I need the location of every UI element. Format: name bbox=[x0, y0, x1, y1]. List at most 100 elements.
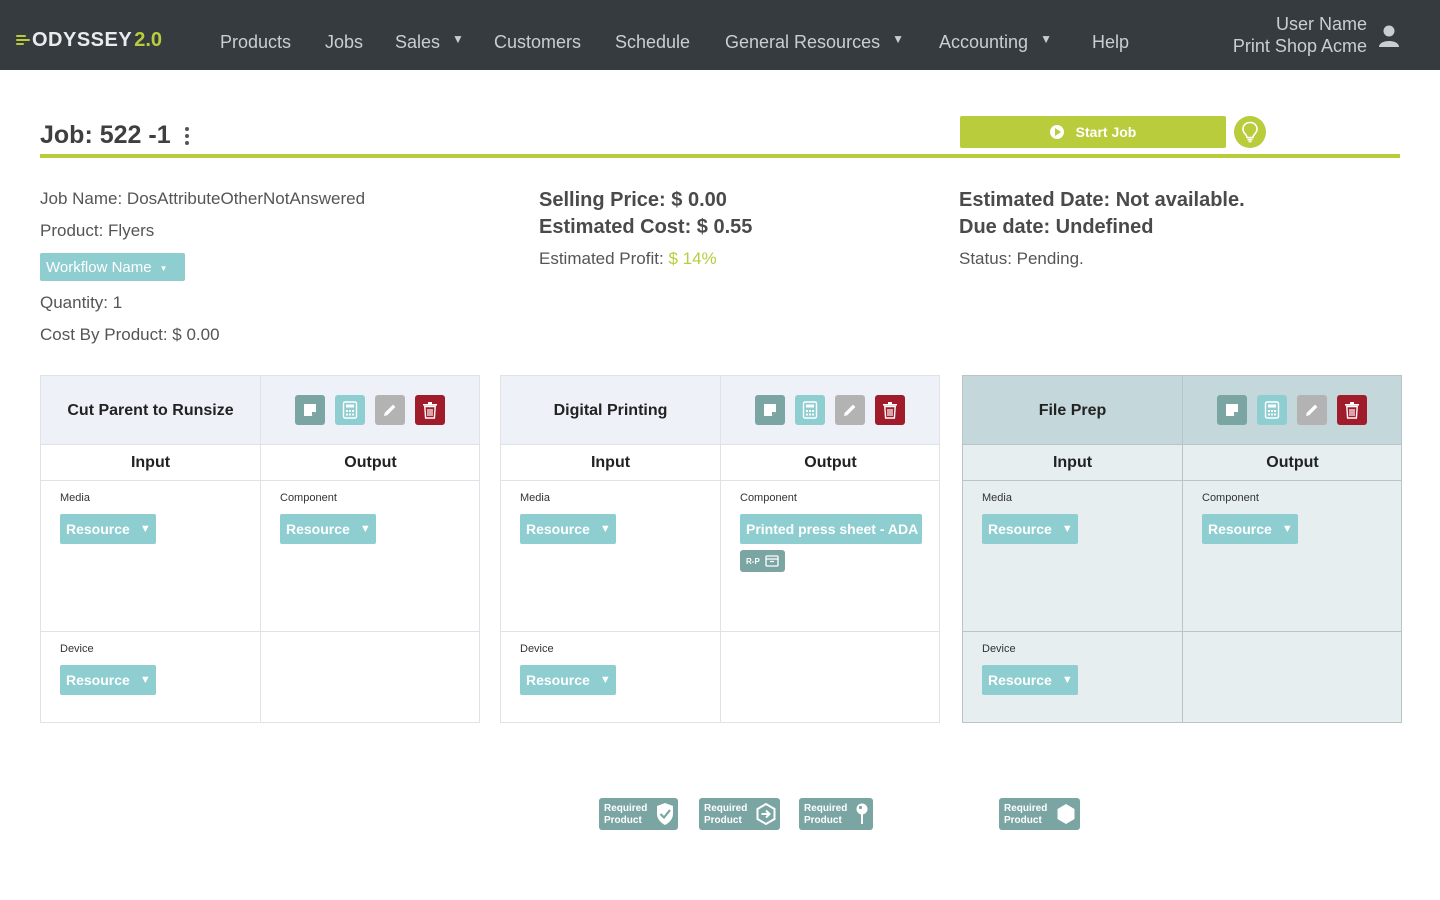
output-header: Output bbox=[804, 454, 857, 471]
nav-label: Help bbox=[1092, 32, 1130, 52]
output-header: Output bbox=[1266, 454, 1319, 471]
calculator-button[interactable] bbox=[1257, 395, 1287, 425]
resource-label: Resource bbox=[988, 521, 1052, 537]
note-button[interactable] bbox=[755, 395, 785, 425]
device-label: Device bbox=[982, 643, 1016, 655]
resource-label: Resource bbox=[526, 672, 590, 688]
rp-tag-label: R-P bbox=[746, 556, 760, 566]
device-label: Device bbox=[520, 643, 554, 655]
resource-dropdown[interactable]: Resource ▼ bbox=[982, 514, 1078, 544]
resource-dropdown[interactable]: Resource ▼ bbox=[280, 514, 376, 544]
workflow-dropdown[interactable]: Workflow Name ▼ bbox=[40, 253, 185, 281]
calculator-icon bbox=[342, 401, 358, 419]
input-header: Input bbox=[130, 454, 171, 471]
caret-down-icon: ▼ bbox=[892, 31, 904, 46]
caret-down-icon: ▼ bbox=[452, 31, 464, 46]
start-job-button[interactable]: Start Job bbox=[960, 116, 1226, 148]
caret-down-icon: ▼ bbox=[599, 523, 611, 535]
pencil-icon bbox=[844, 404, 856, 416]
logo-version: 2.0 bbox=[134, 28, 163, 51]
nav-customers[interactable]: Customers bbox=[494, 32, 581, 53]
nav-label: Jobs bbox=[325, 32, 364, 52]
resource-dropdown[interactable]: Resource ▼ bbox=[60, 514, 156, 544]
nav-accounting[interactable]: Accounting ▼ bbox=[939, 32, 1052, 53]
caret-down-icon: ▼ bbox=[1281, 523, 1293, 535]
shop-name: Print Shop Acme bbox=[1232, 36, 1367, 56]
cost-by-product: Cost By Product: $ 0.00 bbox=[40, 325, 220, 344]
media-label: Media bbox=[60, 492, 90, 504]
calculator-button[interactable] bbox=[795, 395, 825, 425]
resource-dropdown[interactable]: Resource ▼ bbox=[1202, 514, 1298, 544]
play-icon bbox=[1049, 125, 1064, 139]
delete-button[interactable] bbox=[875, 395, 905, 425]
estimated-profit-label: Estimated Profit: bbox=[539, 249, 664, 268]
step-title: File Prep bbox=[1038, 402, 1107, 419]
caret-down-icon: ▼ bbox=[599, 674, 611, 686]
hexagon-icon bbox=[1057, 804, 1075, 824]
edit-button[interactable] bbox=[835, 395, 865, 425]
job-title-text: Job: 522 -1 bbox=[40, 121, 171, 149]
caret-down-icon: ▼ bbox=[1040, 31, 1052, 46]
job-title: Job: 522 -1 bbox=[40, 121, 189, 150]
person-icon[interactable] bbox=[1378, 24, 1400, 48]
required-product-badge[interactable]: Required Product bbox=[999, 798, 1080, 830]
check-shield-icon bbox=[657, 803, 673, 825]
required-product-badge[interactable]: Required Product bbox=[799, 798, 873, 830]
lightbulb-icon[interactable] bbox=[1234, 116, 1266, 148]
nav-label: Sales bbox=[395, 32, 441, 52]
edit-button[interactable] bbox=[375, 395, 405, 425]
media-label: Media bbox=[520, 492, 550, 504]
nav-label: Accounting bbox=[939, 32, 1029, 52]
nav-jobs[interactable]: Jobs bbox=[325, 32, 363, 53]
media-label: Media bbox=[982, 492, 1012, 504]
caret-down-icon: ▼ bbox=[139, 674, 151, 686]
nav-sales[interactable]: Sales ▼ bbox=[395, 32, 464, 53]
note-icon bbox=[304, 404, 316, 416]
trash-icon bbox=[1345, 402, 1359, 419]
required-product-badge[interactable]: Required Product bbox=[699, 798, 780, 830]
caret-down-icon: ▼ bbox=[1061, 674, 1073, 686]
step-title: Cut Parent to Runsize bbox=[67, 402, 234, 419]
note-button[interactable] bbox=[1217, 395, 1247, 425]
nav-products[interactable]: Products bbox=[220, 32, 291, 53]
estimated-date: Estimated Date: Not available. bbox=[959, 189, 1245, 211]
step-title: Digital Printing bbox=[553, 402, 668, 419]
resource-dropdown[interactable]: Resource ▼ bbox=[520, 514, 616, 544]
resource-dropdown[interactable]: Resource ▼ bbox=[520, 665, 616, 695]
required-product-badge[interactable]: Required Product bbox=[599, 798, 678, 830]
delete-button[interactable] bbox=[1337, 395, 1367, 425]
pencil-icon bbox=[384, 404, 396, 416]
rp-tag[interactable]: R-P bbox=[740, 550, 785, 572]
calculator-button[interactable] bbox=[335, 395, 365, 425]
nav-general-resources[interactable]: General Resources ▼ bbox=[725, 32, 904, 53]
job-name: Job Name: DosAttributeOtherNotAnswered bbox=[40, 189, 366, 208]
component-label: Component bbox=[1202, 492, 1259, 504]
resource-label: Resource bbox=[988, 672, 1052, 688]
caret-down-icon: ▼ bbox=[139, 523, 151, 535]
note-button[interactable] bbox=[295, 395, 325, 425]
output-resource-button[interactable]: Printed press sheet - ADA bbox=[740, 514, 922, 544]
caret-down-icon: ▼ bbox=[159, 264, 168, 273]
calculator-icon bbox=[802, 401, 818, 419]
more-options-icon[interactable] bbox=[184, 126, 189, 145]
nav-help[interactable]: Help bbox=[1092, 32, 1129, 53]
workflow-label: Workflow Name bbox=[46, 258, 152, 276]
input-header: Input bbox=[1052, 454, 1093, 471]
top-navbar: ODYSSEY 2.0 Products Jobs Sales ▼ Custome… bbox=[0, 0, 1440, 70]
resource-dropdown[interactable]: Resource ▼ bbox=[60, 665, 156, 695]
workflow-step-panel: Cut Parent to Runsize Input Output Media… bbox=[40, 375, 480, 723]
title-divider bbox=[40, 154, 1400, 158]
job-status: Status: Pending. bbox=[959, 249, 1084, 268]
trash-icon bbox=[423, 402, 437, 419]
component-label: Component bbox=[740, 492, 797, 504]
edit-button[interactable] bbox=[1297, 395, 1327, 425]
nav-schedule[interactable]: Schedule bbox=[615, 32, 690, 53]
resource-label: Resource bbox=[66, 521, 130, 537]
component-label: Component bbox=[280, 492, 337, 504]
workflow-step-panel: File Prep Input Output Media Resource ▼ C… bbox=[962, 375, 1402, 723]
resource-dropdown[interactable]: Resource ▼ bbox=[982, 665, 1078, 695]
odyssey-logo[interactable]: ODYSSEY 2.0 bbox=[16, 27, 162, 53]
user-info[interactable]: User Name Print Shop Acme bbox=[1233, 13, 1367, 57]
trash-icon bbox=[883, 402, 897, 419]
delete-button[interactable] bbox=[415, 395, 445, 425]
